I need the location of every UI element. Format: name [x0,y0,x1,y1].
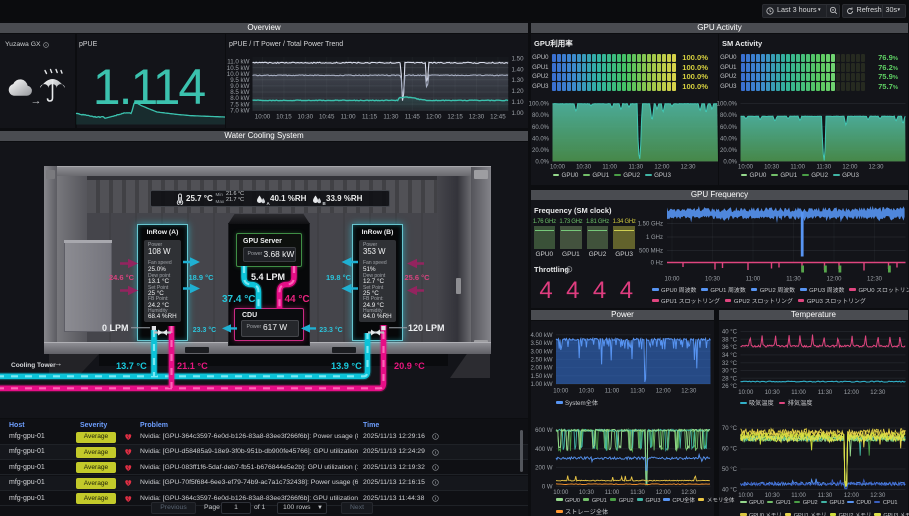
svg-text:10:30: 10:30 [765,493,781,499]
svg-text:70 °C: 70 °C [722,426,738,432]
svg-text:60 °C: 60 °C [722,447,738,453]
svg-text:11:00: 11:00 [791,493,806,499]
svg-text:400 W: 400 W [535,447,553,453]
svg-text:12:30: 12:30 [870,493,886,499]
svg-text:40 °C: 40 °C [722,488,738,494]
svg-text:12:00: 12:00 [844,493,860,499]
svg-text:50 °C: 50 °C [722,467,738,473]
svg-text:11:30: 11:30 [818,493,833,499]
svg-text:600 W: 600 W [535,428,553,434]
svg-text:10:00: 10:00 [738,493,754,499]
svg-text:0 W: 0 W [542,484,553,490]
svg-text:200 W: 200 W [535,466,553,472]
